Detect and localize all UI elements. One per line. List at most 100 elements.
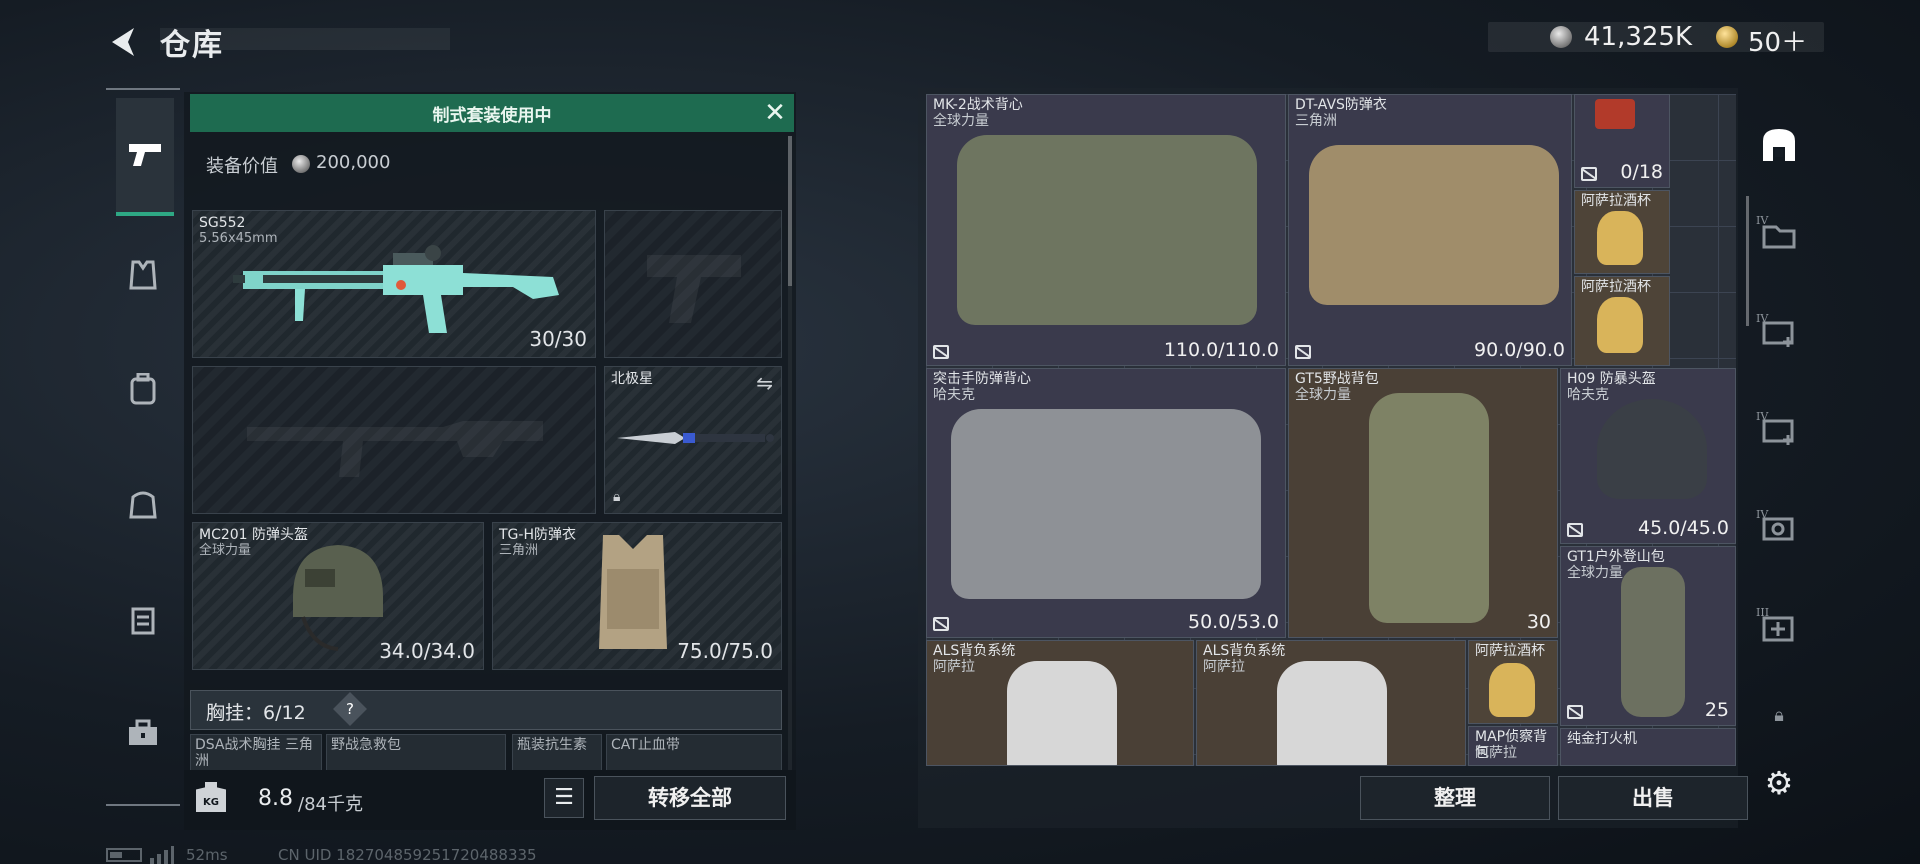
right-nav: IV IV IV IV III 🔒︎ ⚙ [1746, 100, 1812, 820]
sell-button[interactable]: 出售 [1558, 776, 1748, 820]
nav-bag-tab[interactable] [114, 474, 172, 532]
warehouse-item[interactable]: MAP侦察背包 阿萨拉 [1468, 726, 1558, 766]
armor-durability: 75.0/75.0 [677, 639, 773, 663]
storage-tab-3[interactable]: IV [1754, 406, 1804, 456]
warehouse-item[interactable]: 纯金打火机 [1560, 728, 1736, 766]
nav-rig-tab[interactable] [114, 360, 172, 418]
nav-case-tab[interactable] [114, 590, 172, 648]
storage-tab-2[interactable]: IV [1754, 308, 1804, 358]
warehouse-item[interactable]: GT1户外登山包 全球力量 25 [1560, 546, 1736, 726]
helmet-slot[interactable]: MC201 防弹头盔 全球力量 34.0/34.0 [192, 522, 484, 670]
no-insure-icon [933, 345, 949, 359]
warehouse-item[interactable]: ALS背负系统 阿萨拉 [1196, 640, 1466, 766]
rig-item[interactable]: 瓶装抗生素 [512, 734, 602, 774]
item-durability: 45.0/45.0 [1637, 517, 1729, 539]
nav-toolbox-tab[interactable] [114, 704, 172, 762]
warehouse-tab[interactable] [1754, 120, 1804, 170]
slot-name: TG-H防弹衣 [499, 527, 576, 543]
page-title: 仓库 [160, 28, 224, 63]
item-image [1595, 99, 1635, 129]
storage-tab-1[interactable]: IV [1754, 210, 1804, 260]
slot-faction: 三角洲 [499, 543, 539, 558]
no-insure-icon [1567, 705, 1583, 719]
list-view-button[interactable]: ☰ [544, 778, 584, 818]
storage-tab-4[interactable]: IV [1754, 504, 1804, 554]
warehouse-item[interactable]: H09 防暴头盔 哈夫克 45.0/45.0 [1560, 368, 1736, 544]
item-name: ALS背负系统 [933, 643, 1016, 659]
vest-image [951, 409, 1261, 599]
rig-item[interactable]: 野战急救包 [326, 734, 506, 774]
primary-weapon-slot[interactable]: SG552 5.56x45mm 30/30 [192, 210, 596, 358]
rig-item[interactable]: CAT止血带 [606, 734, 782, 774]
pistol-silhouette-icon [647, 255, 741, 323]
slot-faction: 全球力量 [199, 543, 252, 558]
goblet-icon [1597, 211, 1643, 265]
item-name: 阿萨拉酒杯 [1581, 279, 1651, 295]
warehouse-item[interactable]: DT-AVS防弹衣 三角洲 90.0/90.0 [1288, 94, 1572, 366]
warehouse-item[interactable]: ALS背负系统 阿萨拉 [926, 640, 1194, 766]
item-count: 0/18 [1620, 161, 1663, 183]
melee-slot[interactable]: 北极星 ⇋ 🔒︎ [604, 366, 782, 514]
backpack-image [1277, 661, 1387, 765]
item-name: ALS背负系统 [1203, 643, 1286, 659]
storage-tab-5[interactable]: III [1754, 602, 1804, 652]
item-faction: 阿萨拉 [1475, 745, 1517, 761]
slot-name: SG552 [199, 215, 246, 231]
chest-rig-label: 胸挂：6/12 [206, 702, 306, 724]
armor-slot[interactable]: TG-H防弹衣 三角洲 75.0/75.0 [492, 522, 782, 670]
close-icon[interactable]: ✕ [760, 98, 790, 128]
warehouse-item[interactable]: 阿萨拉酒杯 [1574, 190, 1670, 274]
swap-icon[interactable]: ⇋ [756, 371, 773, 395]
item-name: GT1户外登山包 [1567, 549, 1665, 565]
equip-value-label: 装备价值 [206, 156, 278, 177]
item-name: MK-2战术背心 [933, 97, 1023, 113]
loadout-scroll-thumb[interactable] [788, 136, 792, 286]
item-faction: 全球力量 [1295, 387, 1351, 403]
item-name: GT5野战背包 [1295, 371, 1379, 387]
money-value[interactable]: 41,325K [1584, 22, 1692, 52]
warehouse-item[interactable]: 阿萨拉酒杯 [1468, 640, 1558, 724]
item-faction: 哈夫克 [933, 387, 975, 403]
warehouse-icon [1763, 129, 1795, 161]
back-arrow-icon [112, 28, 134, 56]
equip-value: 200,000 [316, 152, 391, 173]
uid-text: CN UID 182704859251720488335 [278, 846, 537, 864]
secondary-weapon-slot[interactable] [192, 366, 596, 514]
signal-icon [150, 846, 174, 864]
warehouse-item[interactable]: GT5野战背包 全球力量 30 [1288, 368, 1558, 638]
armor-image [1309, 145, 1559, 305]
ammo-count: 30/30 [529, 327, 587, 351]
item-faction: 三角洲 [1295, 113, 1337, 129]
nav-weapons-tab[interactable] [116, 98, 174, 216]
case-icon [131, 607, 155, 635]
transfer-all-button[interactable]: 转移全部 [594, 776, 786, 820]
backpack-image [1007, 661, 1117, 765]
backpack-icon [130, 373, 156, 405]
warehouse-item[interactable]: 0/18 [1574, 94, 1670, 188]
helmet-durability: 34.0/34.0 [379, 639, 475, 663]
item-name: 纯金打火机 [1567, 731, 1637, 747]
warehouse-item[interactable]: 突击手防弹背心 哈夫克 50.0/53.0 [926, 368, 1286, 638]
gold-value[interactable]: 50＋ [1748, 22, 1807, 59]
toolbox-icon [129, 719, 157, 745]
sort-button[interactable]: 整理 [1360, 776, 1550, 820]
back-button[interactable] [104, 22, 144, 62]
sidearm-slot[interactable] [604, 210, 782, 358]
item-durability: 50.0/53.0 [1187, 611, 1279, 633]
warehouse-item[interactable]: 阿萨拉酒杯 [1574, 276, 1670, 366]
warehouse-item[interactable]: MK-2战术背心 全球力量 110.0/110.0 [926, 94, 1286, 366]
lock-icon: 🔒︎ [1774, 704, 1784, 726]
silver-coin-icon [292, 155, 310, 173]
ping-text: 52ms [186, 846, 228, 864]
rig-item[interactable]: DSA战术胸挂 三角洲 [190, 734, 322, 774]
nav-vest-tab[interactable] [114, 246, 172, 304]
bag-icon [129, 491, 157, 519]
item-capacity: 25 [1704, 699, 1729, 721]
help-icon[interactable]: ? [333, 692, 367, 726]
settings-gear-icon[interactable]: ⚙ [1754, 758, 1804, 808]
weight-current: 8.8 [258, 786, 293, 811]
item-name: 阿萨拉酒杯 [1581, 193, 1651, 209]
goblet-icon [1597, 297, 1643, 353]
silver-coin-icon [1550, 26, 1572, 48]
backpack-image [1369, 393, 1489, 623]
